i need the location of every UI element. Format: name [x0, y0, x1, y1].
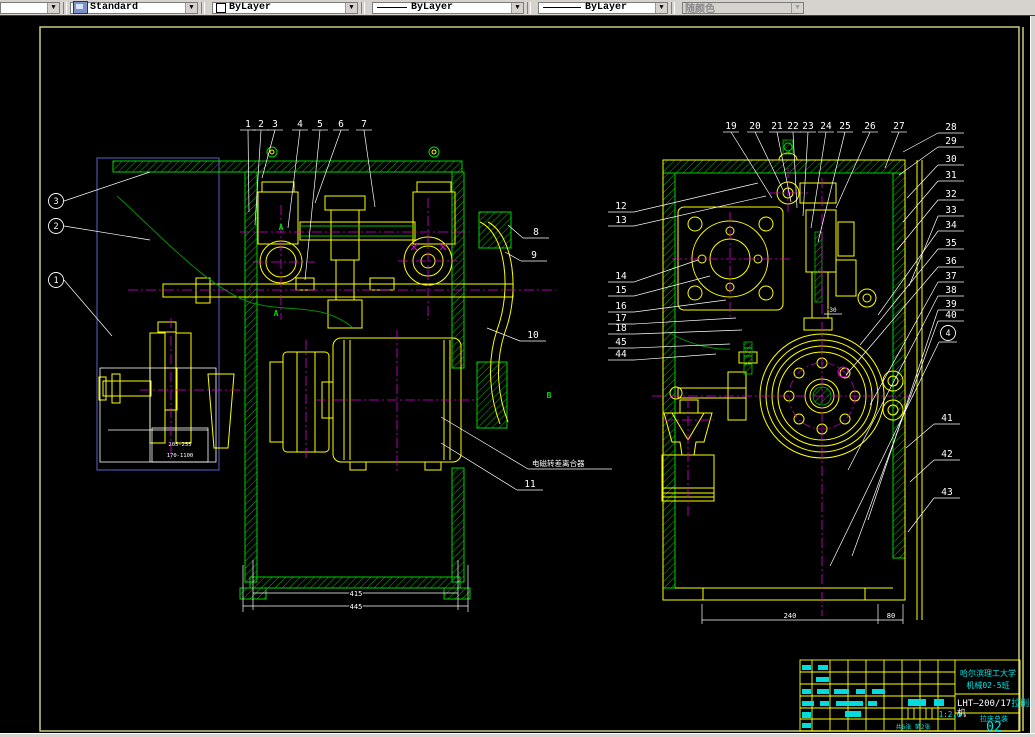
callout-label: 13 [615, 215, 626, 226]
plot-style-combo: 随颜色 ▼ [682, 1, 804, 16]
callout-label: 5 [317, 119, 323, 130]
dropdown-arrow-icon[interactable]: ▼ [655, 2, 667, 13]
dropdown-arrow-icon[interactable]: ▼ [345, 2, 357, 13]
drawing-number: 02 [986, 720, 1002, 734]
scale-value: 1:2.6 [939, 710, 962, 719]
dim-width: 240 [784, 612, 797, 620]
callout-label: 8 [533, 227, 539, 238]
circled-callout-label: 4 [945, 329, 950, 339]
callout-label: 41 [941, 413, 953, 424]
dropdown-arrow-icon[interactable]: ▼ [511, 2, 523, 13]
callout-label: 25 [839, 121, 850, 132]
callout-label: 33 [945, 205, 956, 216]
callout-label: 21 [771, 121, 783, 132]
window-bottom-edge [0, 733, 1035, 737]
callout-label: 15 [615, 285, 626, 296]
callout-layer: 1 2 3 4 5 6 732189101119 20 21 22 23 24 25 26 27 282930… [48, 119, 964, 567]
callout-label: 19 [725, 121, 737, 132]
section-letter: B [547, 391, 552, 400]
callout-label: 23 [802, 121, 813, 132]
toolbar-separator [63, 1, 67, 14]
dropdown-arrow-icon[interactable]: ▼ [185, 2, 197, 13]
dim-box-top: 205-255 [168, 442, 191, 448]
circled-callout-label: 2 [53, 222, 58, 232]
linetype-sample-icon [377, 7, 407, 8]
dropdown-arrow-icon: ▼ [791, 2, 803, 13]
plot-style-value: 随颜色 [685, 4, 715, 16]
callout-label: 20 [749, 121, 761, 132]
callout-label: 11 [524, 479, 536, 490]
lineweight-combo-value: ByLayer [585, 2, 628, 13]
callout-label: 10 [527, 330, 539, 341]
text-style-value: Standard [90, 2, 139, 13]
color-combo-value: ByLayer [229, 2, 272, 13]
lineweight-sample-icon [543, 7, 581, 8]
cad-window: ▼ Standard ▼ ByLayer ▼ ByLayer ▼ ByLayer… [0, 0, 1035, 737]
section-letter: A [274, 309, 279, 318]
linetype-combo-value: ByLayer [411, 2, 454, 13]
callout-label: 7 [361, 119, 367, 130]
callout-label: 43 [941, 487, 952, 498]
callout-label: 1 [245, 119, 251, 130]
window-right-edge [1030, 0, 1035, 737]
color-swatch-icon [216, 2, 226, 13]
color-combo[interactable]: ByLayer ▼ [212, 1, 358, 14]
circled-callout-label: 3 [53, 197, 58, 207]
part-label: 电磁转差离合器 [532, 458, 585, 468]
toolbar-separator [527, 1, 531, 14]
callout-label: 31 [945, 170, 957, 181]
callout-label: 12 [615, 201, 626, 212]
title-block: 哈尔滨理工大学 机械02-5班 LHT—200/17拉削 机 拉床总装 02 1… [799, 659, 1029, 735]
callout-label: 44 [615, 349, 627, 360]
drawing-canvas[interactable]: 415 445 205-255 170-1100 电磁转差离合器 240 80 … [0, 16, 1031, 735]
class-name: 机械02-5班 [966, 680, 1009, 690]
dropdown-arrow-icon[interactable]: ▼ [47, 2, 59, 13]
dim-outer: 445 [350, 603, 363, 611]
callout-label: 42 [941, 449, 952, 460]
toolbar-separator [361, 1, 365, 14]
callout-label: 36 [945, 256, 957, 267]
lineweight-combo[interactable]: ByLayer ▼ [538, 1, 668, 14]
school-name: 哈尔滨理工大学 [960, 668, 1016, 678]
callout-label: 4 [297, 119, 303, 130]
callout-label: 40 [945, 310, 957, 321]
style-icon [73, 1, 88, 14]
callout-label: 32 [945, 189, 956, 200]
callout-label: 16 [615, 301, 627, 312]
callout-label: 3 [272, 119, 278, 130]
callout-label: 9 [531, 250, 537, 261]
dim-box-bottom: 170-1100 [167, 453, 194, 459]
callout-label: 38 [945, 285, 957, 296]
text-style-combo[interactable]: Standard ▼ [70, 1, 198, 14]
left-view: 415 445 205-255 170-1100 电磁转差离合器 [96, 146, 612, 612]
callout-label: 45 [615, 337, 626, 348]
callout-label: 37 [945, 271, 956, 282]
toolbar-separator [671, 1, 675, 14]
callout-label: 26 [864, 121, 876, 132]
dim-side: 80 [887, 612, 895, 620]
section-letter: A [279, 223, 284, 232]
linetype-combo[interactable]: ByLayer ▼ [372, 1, 524, 14]
callout-label: 14 [615, 271, 627, 282]
callout-label: 27 [893, 121, 904, 132]
dim-small: 30 [829, 307, 837, 314]
callout-label: 30 [945, 154, 957, 165]
callout-label: 22 [787, 121, 798, 132]
sheet-info: 共6张 第2张 [896, 723, 931, 731]
callout-label: 28 [945, 122, 957, 133]
toolbar: ▼ Standard ▼ ByLayer ▼ ByLayer ▼ ByLayer… [0, 0, 1035, 16]
dim-inner: 415 [350, 590, 363, 598]
callout-label: 6 [338, 119, 344, 130]
callout-label: 29 [945, 136, 957, 147]
circled-callout-label: 1 [53, 276, 58, 286]
callout-label: 24 [820, 121, 832, 132]
callout-label: 18 [615, 323, 627, 334]
toolbar-separator [201, 1, 205, 14]
callout-label: 35 [945, 238, 956, 249]
product-title: LHT—200/17拉削 [957, 697, 1029, 709]
callout-label: 39 [945, 299, 957, 310]
callout-label: 34 [945, 220, 957, 231]
layer-combo[interactable]: ▼ [0, 1, 60, 14]
callout-label: 2 [258, 119, 264, 130]
